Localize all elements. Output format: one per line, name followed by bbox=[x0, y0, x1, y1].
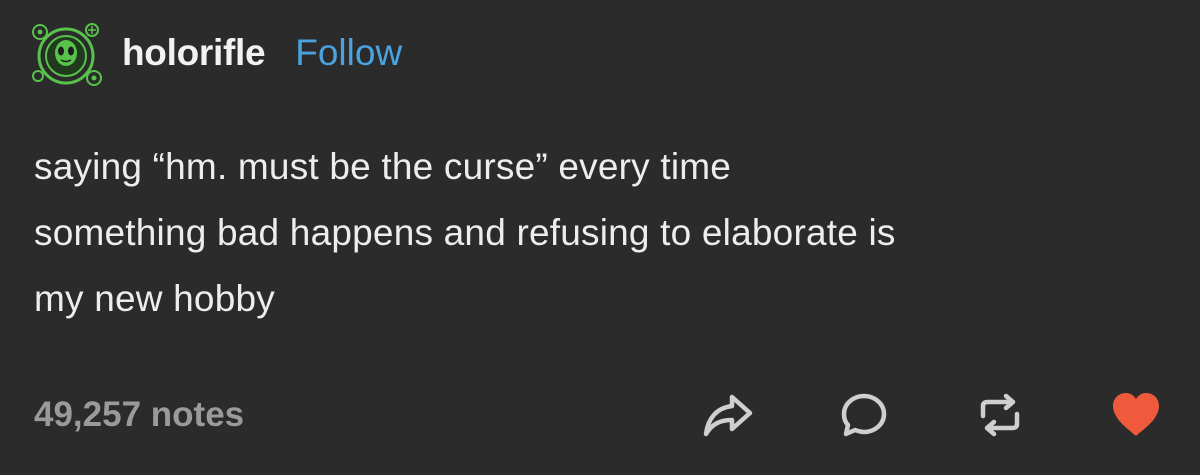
reblog-icon bbox=[980, 393, 1020, 437]
post-body-line: something bad happens and refusing to el… bbox=[34, 212, 896, 253]
notes-count[interactable]: 49,257 notes bbox=[34, 395, 244, 435]
post-body: saying “hm. must be the curse” every tim… bbox=[34, 134, 1154, 332]
post-body-line: saying “hm. must be the curse” every tim… bbox=[34, 146, 732, 187]
like-button[interactable] bbox=[1108, 387, 1164, 443]
green-alien-avatar-icon[interactable] bbox=[28, 18, 104, 88]
post-header: holorifle Follow bbox=[28, 18, 402, 88]
reply-bubble-icon bbox=[841, 393, 887, 437]
post-actions bbox=[700, 387, 1164, 443]
tumblr-post: holorifle Follow saying “hm. must be the… bbox=[0, 0, 1200, 475]
reply-button[interactable] bbox=[836, 387, 892, 443]
share-button[interactable] bbox=[700, 387, 756, 443]
post-body-line: my new hobby bbox=[34, 278, 275, 319]
post-footer: 49,257 notes bbox=[34, 380, 1164, 450]
reblog-button[interactable] bbox=[972, 387, 1028, 443]
username[interactable]: holorifle bbox=[122, 32, 266, 74]
follow-button[interactable]: Follow bbox=[295, 32, 402, 74]
share-arrow-icon bbox=[703, 394, 753, 437]
heart-icon bbox=[1113, 393, 1159, 436]
